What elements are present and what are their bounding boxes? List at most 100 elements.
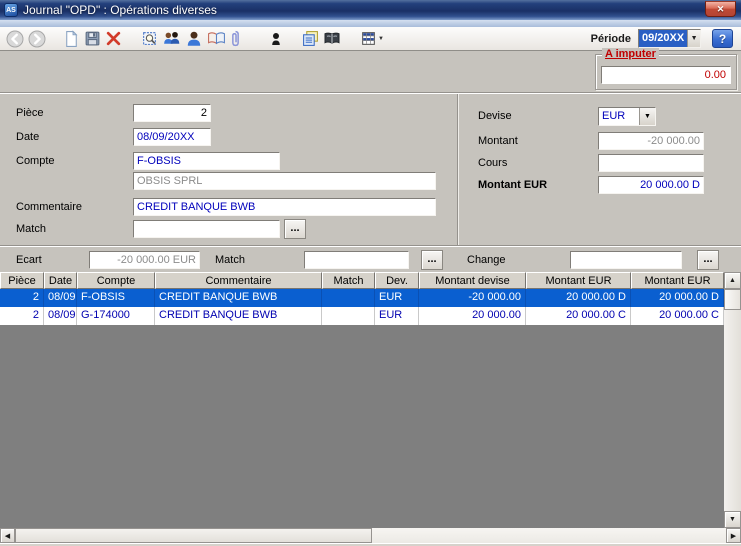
a-imputer-label: A imputer [602, 48, 659, 60]
cell-piece: 2 [0, 307, 44, 325]
ecart-label: Ecart [16, 254, 42, 266]
ecart-match-field[interactable] [304, 251, 409, 269]
title-bar: AS Journal "OPD" : Opérations diverses ✕ [0, 0, 741, 20]
cell-montant-eur: 20 000.00 C [526, 307, 631, 325]
cell-match [322, 289, 375, 307]
vertical-scrollbar[interactable]: ▲ ▼ [724, 272, 741, 528]
contact-icon[interactable] [267, 28, 285, 49]
period-label: Période [590, 32, 631, 45]
ecart-bar: Ecart -20 000.00 EUR Match ... Change ..… [0, 245, 741, 272]
period-value: 09/20XX [639, 30, 688, 47]
delete-icon[interactable] [103, 28, 124, 49]
table-row[interactable]: 2 08/09 F-OBSIS CREDIT BANQUE BWB EUR -2… [0, 289, 724, 307]
compte-name-field: OBSIS SPRL [133, 172, 436, 190]
period-combobox[interactable]: 09/20XX ▼ [638, 29, 701, 48]
scroll-up-icon[interactable]: ▲ [724, 272, 741, 289]
cell-commentaire: CREDIT BANQUE BWB [155, 289, 322, 307]
column-header-match[interactable]: Match [322, 272, 375, 289]
a-imputer-groupbox: A imputer 0.00 [595, 48, 737, 90]
cell-date: 08/09 [44, 307, 77, 325]
montant-eur-label: Montant EUR [478, 179, 548, 191]
cours-label: Cours [478, 157, 508, 169]
commentaire-label: Commentaire [16, 201, 83, 213]
piece-field[interactable]: 2 [133, 104, 211, 122]
cell-montant-eur: 20 000.00 D [526, 289, 631, 307]
match-browse-button[interactable]: ... [284, 219, 306, 239]
change-field[interactable] [570, 251, 682, 269]
column-header-dev[interactable]: Dev. [375, 272, 419, 289]
devise-combobox[interactable]: EUR ▼ [598, 107, 656, 126]
cell-piece: 2 [0, 289, 44, 307]
cell-commentaire: CREDIT BANQUE BWB [155, 307, 322, 325]
compte-label: Compte [16, 155, 55, 167]
ecart-match-browse-button[interactable]: ... [421, 250, 443, 270]
attachment-icon[interactable] [228, 28, 243, 49]
print-preview-icon[interactable] [139, 28, 160, 49]
save-icon[interactable] [82, 28, 103, 49]
horizontal-scrollbar[interactable]: ◀ ▶ [0, 528, 741, 543]
a-imputer-field[interactable]: 0.00 [601, 66, 731, 84]
cell-date: 08/09 [44, 289, 77, 307]
date-label: Date [16, 131, 40, 143]
montant-eur-field[interactable]: 20 000.00 D [598, 176, 704, 194]
compte-field[interactable]: F-OBSIS [133, 152, 280, 170]
header-band: A imputer 0.00 [0, 48, 741, 92]
window-chrome-band [0, 20, 741, 27]
match-label: Match [16, 223, 46, 235]
scroll-right-icon[interactable]: ▶ [726, 528, 741, 543]
cell-compte: G-174000 [77, 307, 155, 325]
user-icon[interactable] [183, 28, 205, 49]
app-icon: AS [4, 3, 18, 17]
new-document-icon[interactable] [61, 28, 82, 49]
column-header-montant-eur-2[interactable]: Montant EUR [631, 272, 724, 289]
horizontal-scrollbar-thumb[interactable] [15, 528, 372, 543]
cell-montant-eur-2: 20 000.00 D [631, 289, 724, 307]
ecart-field: -20 000.00 EUR [89, 251, 200, 269]
date-field[interactable]: 08/09/20XX [133, 128, 211, 146]
match-field[interactable] [133, 220, 280, 238]
table-row[interactable]: 2 08/09 G-174000 CREDIT BANQUE BWB EUR 2… [0, 307, 724, 325]
commentaire-field[interactable]: CREDIT BANQUE BWB [133, 198, 436, 216]
column-header-compte[interactable]: Compte [77, 272, 155, 289]
cell-match [322, 307, 375, 325]
cell-dev: EUR [375, 307, 419, 325]
cell-montant-eur-2: 20 000.00 C [631, 307, 724, 325]
column-header-date[interactable]: Date [44, 272, 77, 289]
help-button[interactable]: ? [712, 29, 733, 48]
users-icon[interactable] [160, 28, 183, 49]
cell-montant-devise: 20 000.00 [419, 307, 526, 325]
period-dropdown-arrow[interactable]: ▼ [687, 30, 700, 47]
ecart-match-label: Match [215, 254, 245, 266]
forms-icon[interactable] [300, 28, 321, 49]
column-header-piece[interactable]: Pièce [0, 272, 44, 289]
entry-form-panel: Pièce 2 Date 08/09/20XX Compte F-OBSIS O… [0, 92, 741, 245]
scroll-left-icon[interactable]: ◀ [0, 528, 15, 543]
table-empty-area [0, 325, 724, 528]
column-header-montant-eur[interactable]: Montant EUR [526, 272, 631, 289]
journal-window: AS Journal "OPD" : Opérations diverses ✕ [0, 0, 741, 546]
close-button[interactable]: ✕ [705, 1, 736, 17]
dictionary-icon[interactable] [321, 28, 343, 49]
devise-label: Devise [478, 110, 512, 122]
vertical-scrollbar-thumb[interactable] [724, 289, 741, 310]
grid-options-icon[interactable]: ▼ [358, 28, 386, 49]
devise-dropdown-arrow[interactable]: ▼ [639, 108, 655, 125]
forward-icon[interactable] [26, 28, 48, 49]
form-vertical-divider [457, 94, 459, 245]
window-title: Journal "OPD" : Opérations diverses [23, 3, 217, 17]
column-header-montant-devise[interactable]: Montant devise [419, 272, 526, 289]
scroll-down-icon[interactable]: ▼ [724, 511, 741, 528]
table-header-row: Pièce Date Compte Commentaire Match Dev.… [0, 272, 724, 289]
change-label: Change [467, 254, 506, 266]
back-icon[interactable] [4, 28, 26, 49]
cours-field[interactable] [598, 154, 704, 172]
grid-options-dropdown-arrow[interactable]: ▼ [378, 36, 384, 42]
piece-label: Pièce [16, 107, 44, 119]
column-header-commentaire[interactable]: Commentaire [155, 272, 322, 289]
devise-value: EUR [602, 110, 626, 122]
change-browse-button[interactable]: ... [697, 250, 719, 270]
cell-montant-devise: -20 000.00 [419, 289, 526, 307]
journal-book-icon[interactable] [205, 28, 228, 49]
cell-compte: F-OBSIS [77, 289, 155, 307]
montant-label: Montant [478, 135, 518, 147]
